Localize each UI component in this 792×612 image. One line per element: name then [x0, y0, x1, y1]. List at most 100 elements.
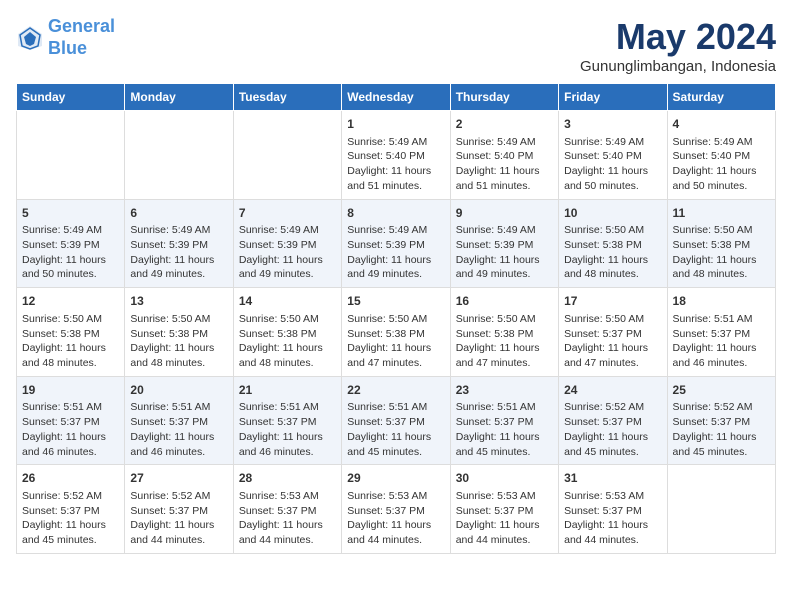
day-info: Daylight: 11 hours and 49 minutes.: [239, 253, 336, 282]
day-number: 4: [673, 116, 770, 133]
calendar-cell: 13Sunrise: 5:50 AMSunset: 5:38 PMDayligh…: [125, 288, 233, 377]
day-info: Sunset: 5:38 PM: [130, 327, 227, 342]
day-info: Daylight: 11 hours and 51 minutes.: [347, 164, 444, 193]
day-number: 20: [130, 382, 227, 399]
day-info: Daylight: 11 hours and 45 minutes.: [673, 430, 770, 459]
day-info: Sunset: 5:37 PM: [673, 415, 770, 430]
calendar-cell: 16Sunrise: 5:50 AMSunset: 5:38 PMDayligh…: [450, 288, 558, 377]
day-header-monday: Monday: [125, 84, 233, 111]
day-info: Daylight: 11 hours and 46 minutes.: [673, 341, 770, 370]
day-info: Daylight: 11 hours and 49 minutes.: [130, 253, 227, 282]
calendar-cell: 7Sunrise: 5:49 AMSunset: 5:39 PMDaylight…: [233, 199, 341, 288]
day-info: Daylight: 11 hours and 44 minutes.: [564, 518, 661, 547]
day-info: Daylight: 11 hours and 45 minutes.: [347, 430, 444, 459]
day-number: 29: [347, 470, 444, 487]
day-info: Sunrise: 5:49 AM: [347, 223, 444, 238]
calendar-cell: 24Sunrise: 5:52 AMSunset: 5:37 PMDayligh…: [559, 376, 667, 465]
day-number: 17: [564, 293, 661, 310]
calendar-cell: 20Sunrise: 5:51 AMSunset: 5:37 PMDayligh…: [125, 376, 233, 465]
day-info: Sunset: 5:37 PM: [130, 415, 227, 430]
day-number: 21: [239, 382, 336, 399]
logo: General Blue: [16, 16, 115, 59]
day-header-friday: Friday: [559, 84, 667, 111]
day-info: Sunrise: 5:49 AM: [130, 223, 227, 238]
day-number: 30: [456, 470, 553, 487]
title-block: May 2024 Gununglimbangan, Indonesia: [580, 16, 776, 75]
day-number: 23: [456, 382, 553, 399]
day-info: Sunset: 5:37 PM: [564, 504, 661, 519]
day-number: 11: [673, 205, 770, 222]
day-number: 10: [564, 205, 661, 222]
day-info: Daylight: 11 hours and 46 minutes.: [239, 430, 336, 459]
day-info: Sunset: 5:38 PM: [239, 327, 336, 342]
day-number: 31: [564, 470, 661, 487]
header-row: SundayMondayTuesdayWednesdayThursdayFrid…: [17, 84, 776, 111]
header: General Blue May 2024 Gununglimbangan, I…: [16, 16, 776, 75]
day-info: Sunset: 5:39 PM: [130, 238, 227, 253]
day-info: Sunrise: 5:52 AM: [130, 489, 227, 504]
day-number: 15: [347, 293, 444, 310]
day-number: 9: [456, 205, 553, 222]
day-info: Sunrise: 5:49 AM: [673, 135, 770, 150]
week-row-2: 5Sunrise: 5:49 AMSunset: 5:39 PMDaylight…: [17, 199, 776, 288]
day-info: Sunset: 5:39 PM: [239, 238, 336, 253]
calendar-cell: 9Sunrise: 5:49 AMSunset: 5:39 PMDaylight…: [450, 199, 558, 288]
day-info: Daylight: 11 hours and 48 minutes.: [130, 341, 227, 370]
day-info: Sunset: 5:37 PM: [347, 504, 444, 519]
day-number: 16: [456, 293, 553, 310]
day-info: Daylight: 11 hours and 49 minutes.: [347, 253, 444, 282]
day-info: Sunrise: 5:51 AM: [22, 400, 119, 415]
day-header-sunday: Sunday: [17, 84, 125, 111]
calendar-cell: 22Sunrise: 5:51 AMSunset: 5:37 PMDayligh…: [342, 376, 450, 465]
day-info: Sunset: 5:37 PM: [22, 415, 119, 430]
calendar-cell: 28Sunrise: 5:53 AMSunset: 5:37 PMDayligh…: [233, 465, 341, 554]
calendar-cell: 31Sunrise: 5:53 AMSunset: 5:37 PMDayligh…: [559, 465, 667, 554]
day-info: Daylight: 11 hours and 47 minutes.: [347, 341, 444, 370]
calendar-cell: 11Sunrise: 5:50 AMSunset: 5:38 PMDayligh…: [667, 199, 775, 288]
week-row-5: 26Sunrise: 5:52 AMSunset: 5:37 PMDayligh…: [17, 465, 776, 554]
day-number: 1: [347, 116, 444, 133]
day-info: Sunset: 5:40 PM: [347, 149, 444, 164]
day-info: Daylight: 11 hours and 45 minutes.: [564, 430, 661, 459]
day-info: Sunrise: 5:53 AM: [347, 489, 444, 504]
calendar-cell: 2Sunrise: 5:49 AMSunset: 5:40 PMDaylight…: [450, 111, 558, 200]
main-title: May 2024: [580, 16, 776, 58]
day-info: Sunset: 5:37 PM: [673, 327, 770, 342]
calendar-cell: 30Sunrise: 5:53 AMSunset: 5:37 PMDayligh…: [450, 465, 558, 554]
calendar-cell: 1Sunrise: 5:49 AMSunset: 5:40 PMDaylight…: [342, 111, 450, 200]
day-info: Sunset: 5:37 PM: [564, 327, 661, 342]
day-info: Sunrise: 5:49 AM: [564, 135, 661, 150]
day-number: 24: [564, 382, 661, 399]
day-info: Sunset: 5:40 PM: [673, 149, 770, 164]
day-number: 5: [22, 205, 119, 222]
calendar-cell: 3Sunrise: 5:49 AMSunset: 5:40 PMDaylight…: [559, 111, 667, 200]
day-info: Sunrise: 5:50 AM: [564, 223, 661, 238]
day-info: Sunrise: 5:49 AM: [239, 223, 336, 238]
day-number: 27: [130, 470, 227, 487]
day-info: Sunrise: 5:50 AM: [239, 312, 336, 327]
calendar-cell: 14Sunrise: 5:50 AMSunset: 5:38 PMDayligh…: [233, 288, 341, 377]
day-info: Sunset: 5:37 PM: [22, 504, 119, 519]
day-info: Daylight: 11 hours and 46 minutes.: [22, 430, 119, 459]
day-info: Sunset: 5:38 PM: [456, 327, 553, 342]
day-number: 28: [239, 470, 336, 487]
day-info: Daylight: 11 hours and 44 minutes.: [239, 518, 336, 547]
calendar-cell: 6Sunrise: 5:49 AMSunset: 5:39 PMDaylight…: [125, 199, 233, 288]
calendar-cell: 5Sunrise: 5:49 AMSunset: 5:39 PMDaylight…: [17, 199, 125, 288]
day-info: Sunset: 5:39 PM: [22, 238, 119, 253]
day-info: Daylight: 11 hours and 47 minutes.: [456, 341, 553, 370]
day-info: Sunset: 5:38 PM: [347, 327, 444, 342]
day-info: Daylight: 11 hours and 47 minutes.: [564, 341, 661, 370]
day-info: Sunrise: 5:50 AM: [564, 312, 661, 327]
day-info: Daylight: 11 hours and 48 minutes.: [564, 253, 661, 282]
day-info: Sunset: 5:37 PM: [239, 415, 336, 430]
day-info: Sunrise: 5:51 AM: [673, 312, 770, 327]
day-info: Sunrise: 5:52 AM: [673, 400, 770, 415]
calendar-cell: 10Sunrise: 5:50 AMSunset: 5:38 PMDayligh…: [559, 199, 667, 288]
day-info: Sunrise: 5:51 AM: [347, 400, 444, 415]
day-number: 22: [347, 382, 444, 399]
day-info: Daylight: 11 hours and 48 minutes.: [22, 341, 119, 370]
day-info: Sunrise: 5:50 AM: [22, 312, 119, 327]
calendar-cell: [233, 111, 341, 200]
day-info: Sunrise: 5:53 AM: [456, 489, 553, 504]
